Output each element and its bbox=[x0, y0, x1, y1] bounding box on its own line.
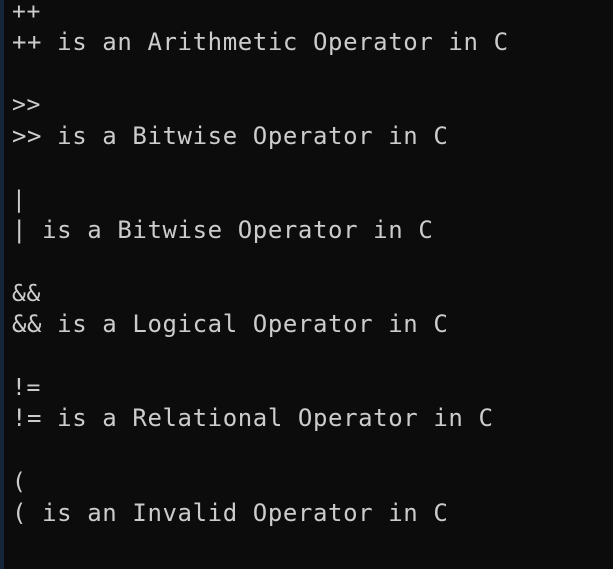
input-line-1: ++ bbox=[12, 0, 41, 25]
output-line-2: >> is a Bitwise Operator in C bbox=[12, 122, 449, 150]
input-line-6: ( bbox=[12, 469, 27, 495]
left-edge-bar bbox=[0, 0, 4, 569]
output-line-3: | is a Bitwise Operator in C bbox=[12, 216, 434, 244]
input-line-4: && bbox=[12, 281, 41, 307]
input-line-3: | bbox=[12, 187, 27, 213]
output-line-1: ++ is an Arithmetic Operator in C bbox=[12, 28, 509, 56]
input-line-2: >> bbox=[12, 92, 41, 118]
input-line-5: != bbox=[12, 375, 41, 401]
output-line-6: ( is an Invalid Operator in C bbox=[12, 499, 449, 527]
terminal-window[interactable]: ++ ++ is an Arithmetic Operator in C >> … bbox=[0, 0, 613, 569]
output-line-5: != is a Relational Operator in C bbox=[12, 404, 494, 432]
output-line-4: && is a Logical Operator in C bbox=[12, 310, 449, 338]
